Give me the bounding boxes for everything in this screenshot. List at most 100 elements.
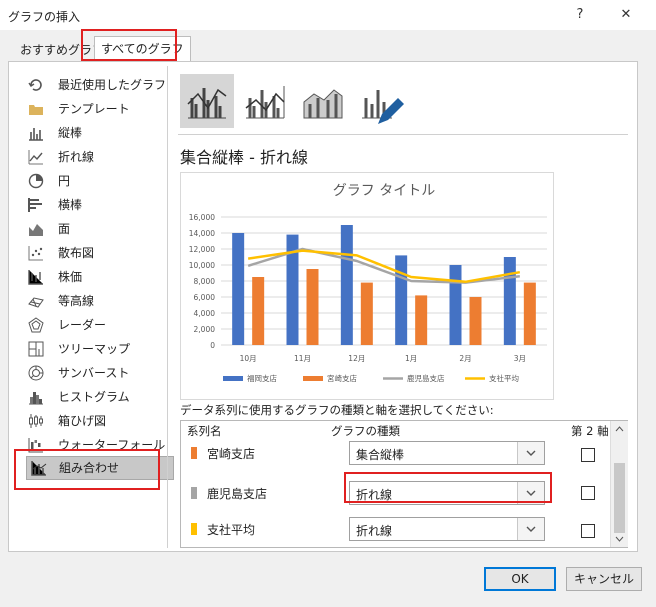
grid-scrollbar[interactable] bbox=[610, 421, 628, 547]
legend-label: 宮崎支店 bbox=[327, 373, 357, 383]
legend-swatch bbox=[303, 376, 323, 381]
bar bbox=[306, 269, 319, 345]
series-row: 宮崎支店 集合縦棒 bbox=[181, 437, 611, 473]
sidebar-item-radar[interactable]: レーダー bbox=[18, 314, 163, 336]
secondary-axis-checkbox[interactable] bbox=[581, 524, 595, 538]
boxwhisker-icon bbox=[29, 414, 43, 428]
subtype-clustered-column-line[interactable] bbox=[180, 74, 234, 128]
series-grid: 系列名 グラフの種類 第 2 軸 宮崎支店 集合縦棒 鹿児島支店 折れ線 支社平… bbox=[180, 420, 628, 548]
bar bbox=[469, 297, 482, 345]
bar bbox=[232, 233, 245, 345]
sidebar-item-label: テンプレート bbox=[58, 102, 130, 116]
sidebar-item-pie[interactable]: 円 bbox=[18, 170, 163, 192]
sidebar-item-templates[interactable]: テンプレート bbox=[18, 98, 163, 120]
radar-chart-icon bbox=[28, 317, 44, 333]
chart-type-select[interactable]: 折れ線 bbox=[349, 517, 545, 541]
clustered-column-line-icon bbox=[187, 88, 227, 119]
x-tick-label: 3月 bbox=[514, 354, 526, 363]
instruction-text: データ系列に使用するグラフの種類と軸を選択してください: bbox=[180, 403, 494, 417]
combo-type-title: 集合縦棒 - 折れ線 bbox=[180, 148, 308, 167]
x-tick-label: 11月 bbox=[294, 354, 311, 363]
help-button[interactable]: ? bbox=[566, 4, 594, 26]
bar bbox=[415, 295, 428, 345]
sidebar-item-waterfall[interactable]: ウォーターフォール bbox=[18, 434, 165, 456]
title-bar: グラフの挿入 ? ✕ bbox=[0, 0, 656, 30]
legend-label: 鹿児島支店 bbox=[407, 373, 445, 383]
line-chart-icon bbox=[28, 150, 43, 165]
bar bbox=[360, 282, 373, 345]
treemap-icon bbox=[28, 341, 44, 357]
sidebar-item-label: ツリーマップ bbox=[58, 342, 131, 356]
subtype-custom-combo[interactable] bbox=[354, 74, 408, 128]
secondary-axis-checkbox[interactable] bbox=[581, 448, 595, 462]
tab-all-charts[interactable]: すべてのグラフ bbox=[94, 36, 191, 62]
y-tick-label: 0 bbox=[210, 341, 215, 350]
sidebar-item-column[interactable]: 縦棒 bbox=[18, 122, 163, 144]
surface-chart-icon bbox=[28, 297, 44, 308]
dropdown-button[interactable] bbox=[517, 518, 544, 540]
series-name: 鹿児島支店 bbox=[207, 487, 268, 501]
sidebar-item-label: 箱ひげ図 bbox=[58, 414, 107, 428]
bar bbox=[340, 225, 353, 345]
chart-type-value: 折れ線 bbox=[356, 488, 393, 502]
legend-label: 支社平均 bbox=[489, 373, 519, 383]
sidebar-item-label: 散布図 bbox=[58, 246, 95, 260]
scroll-thumb bbox=[614, 463, 625, 533]
y-tick-label: 10,000 bbox=[189, 261, 215, 270]
sidebar-item-area[interactable]: 面 bbox=[18, 218, 163, 240]
sidebar-item-line[interactable]: 折れ線 bbox=[18, 146, 163, 168]
sidebar-item-sunburst[interactable]: サンバースト bbox=[18, 362, 163, 384]
series-color-swatch bbox=[191, 447, 197, 459]
stock-chart-icon bbox=[28, 270, 43, 285]
sidebar-item-scatter[interactable]: 散布図 bbox=[18, 242, 163, 264]
subtype-stacked-area-column[interactable] bbox=[296, 74, 350, 128]
ok-button[interactable]: OK bbox=[484, 567, 556, 591]
sidebar-item-label: 最近使用したグラフ bbox=[58, 78, 167, 92]
series-name: 宮崎支店 bbox=[207, 447, 256, 461]
cancel-button[interactable]: キャンセル bbox=[566, 567, 642, 591]
series-name: 支社平均 bbox=[207, 523, 256, 537]
secondary-axis-checkbox[interactable] bbox=[581, 486, 595, 500]
series-color-swatch bbox=[191, 523, 197, 535]
sidebar-item-stock[interactable]: 株価 bbox=[18, 266, 163, 288]
chart-type-value: 折れ線 bbox=[356, 524, 393, 538]
chart-type-select[interactable]: 折れ線 bbox=[349, 481, 545, 505]
y-tick-label: 4,000 bbox=[194, 309, 216, 318]
sidebar-item-treemap[interactable]: ツリーマップ bbox=[18, 338, 163, 360]
window-title: グラフの挿入 bbox=[8, 10, 81, 24]
x-tick-label: 12月 bbox=[348, 354, 365, 363]
sidebar-item-recent[interactable]: 最近使用したグラフ bbox=[18, 74, 167, 96]
sidebar-item-bar[interactable]: 横棒 bbox=[18, 194, 163, 216]
sidebar-item-label: サンバースト bbox=[58, 366, 130, 380]
sidebar-item-label: 組み合わせ bbox=[59, 461, 120, 475]
close-button[interactable]: ✕ bbox=[612, 4, 640, 26]
dropdown-button[interactable] bbox=[517, 442, 544, 464]
bar-chart-icon bbox=[28, 198, 42, 212]
chart-title: グラフ タイトル bbox=[333, 183, 435, 199]
sidebar-item-histogram[interactable]: ヒストグラム bbox=[18, 386, 163, 408]
sidebar-item-label: 円 bbox=[58, 174, 71, 188]
sidebar-item-label: 縦棒 bbox=[58, 126, 83, 140]
chart-preview: グラフ タイトル 0 2,000 4,000 6,000 8,000 10,000 12,00… bbox=[180, 172, 554, 400]
sidebar-item-combo[interactable]: 組み合わせ bbox=[26, 456, 174, 480]
y-tick-label: 12,000 bbox=[189, 245, 215, 254]
scroll-down-icon bbox=[615, 536, 624, 542]
dropdown-button[interactable] bbox=[517, 482, 544, 504]
sidebar-item-boxwhisker[interactable]: 箱ひげ図 bbox=[18, 410, 163, 432]
chart-type-value: 集合縦棒 bbox=[356, 448, 405, 462]
y-tick-label: 2,000 bbox=[194, 325, 216, 334]
sidebar-item-surface[interactable]: 等高線 bbox=[18, 290, 163, 312]
pie-chart-icon bbox=[28, 173, 44, 189]
custom-combo-pencil-icon bbox=[362, 90, 404, 124]
subtype-clustered-column-line-secondary[interactable] bbox=[238, 74, 292, 128]
y-tick-label: 16,000 bbox=[189, 213, 215, 222]
chart-type-sidebar: 最近使用したグラフ テンプレート 縦棒 折れ線 円 横棒 面 散布図 株価 等高… bbox=[18, 70, 174, 490]
histogram-icon bbox=[29, 392, 43, 405]
chevron-down-icon bbox=[526, 450, 536, 456]
x-tick-label: 2月 bbox=[459, 354, 471, 363]
sunburst-icon bbox=[28, 365, 44, 381]
sidebar-item-label: 面 bbox=[58, 222, 71, 236]
legend-label: 福岡支店 bbox=[247, 373, 277, 383]
chart-type-select[interactable]: 集合縦棒 bbox=[349, 441, 545, 465]
bar bbox=[449, 265, 462, 345]
